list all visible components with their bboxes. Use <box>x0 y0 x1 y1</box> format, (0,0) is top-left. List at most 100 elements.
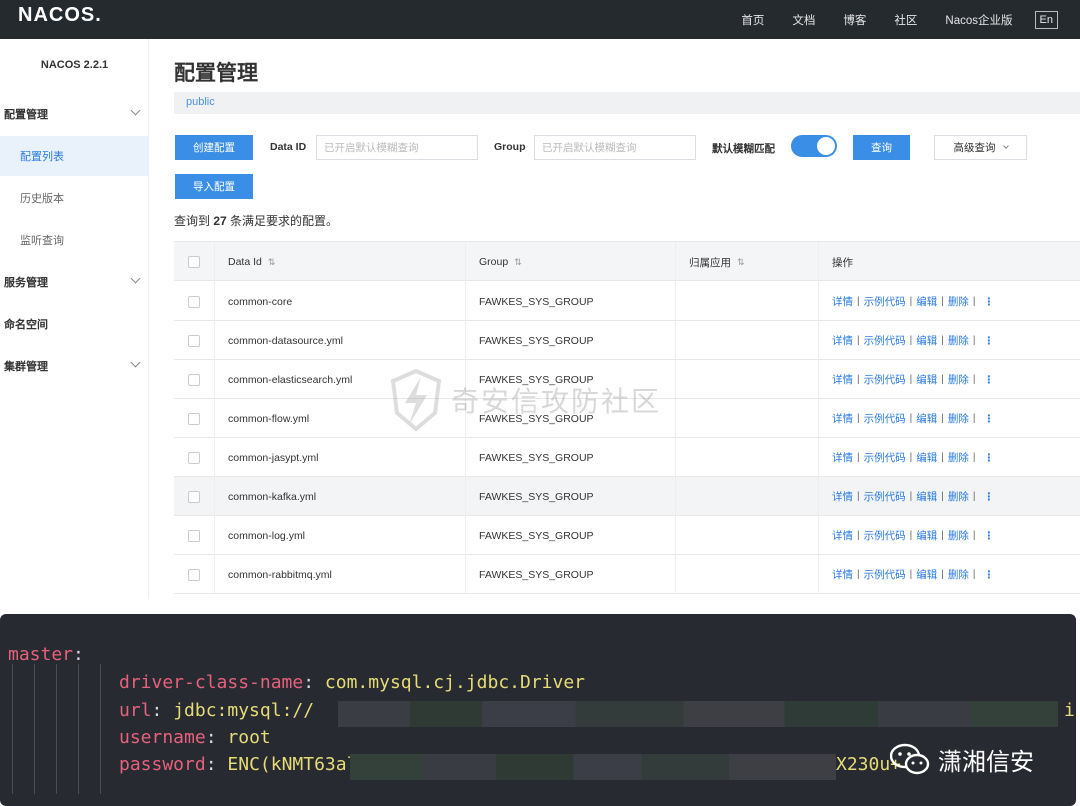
sidebar-item-label: 命名空间 <box>4 319 48 331</box>
nav-blog[interactable]: 博客 <box>843 12 866 28</box>
language-switch[interactable]: En <box>1034 10 1058 29</box>
detail-link[interactable]: 详情 <box>832 489 853 504</box>
namespace-tab-public[interactable]: public <box>186 96 215 108</box>
sidebar-item-namespace[interactable]: 命名空间 <box>0 304 149 344</box>
detail-link[interactable]: 详情 <box>832 528 853 543</box>
nav-community[interactable]: 社区 <box>894 12 917 28</box>
row-select-cell <box>174 399 215 438</box>
sample-code-link[interactable]: 示例代码 <box>864 489 906 504</box>
row-checkbox[interactable] <box>188 568 200 581</box>
row-select-cell <box>174 516 215 555</box>
table-row: common-kafka.yml FAWKES_SYS_GROUP 详情 | 示例代码 |… <box>174 477 1080 516</box>
advanced-query-button[interactable]: 高级查询 <box>934 135 1027 160</box>
sidebar-group-service[interactable]: 服务管理 <box>0 262 149 302</box>
code-line-master: master: <box>8 644 84 665</box>
delete-link[interactable]: 删除 <box>948 294 969 309</box>
edit-link[interactable]: 编辑 <box>916 372 937 387</box>
sidebar-item-listen-query[interactable]: 监听查询 <box>0 220 149 260</box>
detail-link[interactable]: 详情 <box>832 333 853 348</box>
sort-icon[interactable]: ⇅ <box>268 257 276 268</box>
detail-link[interactable]: 详情 <box>832 411 853 426</box>
edit-link[interactable]: 编辑 <box>916 333 937 348</box>
group-input[interactable]: 已开启默认模糊查询 <box>534 135 696 160</box>
delete-link[interactable]: 删除 <box>948 489 969 504</box>
header-dataid[interactable]: Data Id ⇅ <box>215 242 466 282</box>
indent-guide <box>56 664 57 794</box>
sample-code-link[interactable]: 示例代码 <box>864 450 906 465</box>
sample-code-link[interactable]: 示例代码 <box>864 567 906 582</box>
more-icon[interactable]: ⋮ <box>983 452 994 464</box>
more-icon[interactable]: ⋮ <box>983 335 994 347</box>
separator: | <box>941 530 944 541</box>
watermark-text: 奇安信攻防社区 <box>451 386 662 417</box>
table-row: common-jasypt.yml FAWKES_SYS_GROUP 详情 | 示例代码… <box>174 438 1080 477</box>
sample-code-link[interactable]: 示例代码 <box>864 372 906 387</box>
sort-icon[interactable]: ⇅ <box>737 257 745 268</box>
more-icon[interactable]: ⋮ <box>983 296 994 308</box>
sort-icon[interactable]: ⇅ <box>514 257 522 268</box>
app-cell <box>676 321 819 360</box>
group-cell: FAWKES_SYS_GROUP <box>466 555 676 594</box>
row-checkbox[interactable] <box>188 451 200 464</box>
edit-link[interactable]: 编辑 <box>916 489 937 504</box>
sidebar-group-config[interactable]: 配置管理 <box>0 94 149 134</box>
fuzzy-match-toggle[interactable] <box>791 135 837 157</box>
delete-link[interactable]: 删除 <box>948 411 969 426</box>
row-checkbox[interactable] <box>188 529 200 542</box>
detail-link[interactable]: 详情 <box>832 372 853 387</box>
row-checkbox[interactable] <box>188 373 200 386</box>
sidebar-item-config-list[interactable]: 配置列表 <box>0 136 149 176</box>
delete-link[interactable]: 删除 <box>948 333 969 348</box>
table-header: Data Id ⇅ Group ⇅ 归属应用 ⇅ 操作 <box>174 241 1080 282</box>
group-cell: FAWKES_SYS_GROUP <box>466 477 676 516</box>
sidebar-item-history[interactable]: 历史版本 <box>0 178 149 218</box>
detail-link[interactable]: 详情 <box>832 450 853 465</box>
detail-link[interactable]: 详情 <box>832 294 853 309</box>
more-icon[interactable]: ⋮ <box>983 374 994 386</box>
group-cell: FAWKES_SYS_GROUP <box>466 438 676 477</box>
nav-enterprise[interactable]: Nacos企业版 <box>945 12 1012 28</box>
create-config-button[interactable]: 创建配置 <box>175 135 253 160</box>
row-checkbox[interactable] <box>188 412 200 425</box>
detail-link[interactable]: 详情 <box>832 567 853 582</box>
header-group[interactable]: Group ⇅ <box>466 242 676 282</box>
delete-link[interactable]: 删除 <box>948 567 969 582</box>
nav-home[interactable]: 首页 <box>741 12 764 28</box>
more-icon[interactable]: ⋮ <box>983 530 994 542</box>
more-icon[interactable]: ⋮ <box>983 413 994 425</box>
chevron-down-icon <box>130 105 141 116</box>
nacos-logo[interactable]: NACOS. <box>18 4 102 27</box>
edit-link[interactable]: 编辑 <box>916 567 937 582</box>
code-line-driver: driver-class-name: com.mysql.cj.jdbc.Dri… <box>119 672 586 693</box>
dataid-cell: common-jasypt.yml <box>215 438 466 477</box>
result-prefix: 查询到 <box>174 214 214 228</box>
yaml-value: com.mysql.cj.jdbc.Driver <box>324 672 586 693</box>
dataid-value: common-kafka.yml <box>228 490 317 503</box>
header-app[interactable]: 归属应用 ⇅ <box>676 242 819 282</box>
sample-code-link[interactable]: 示例代码 <box>864 294 906 309</box>
group-value: FAWKES_SYS_GROUP <box>479 490 594 503</box>
edit-link[interactable]: 编辑 <box>916 411 937 426</box>
delete-link[interactable]: 删除 <box>948 528 969 543</box>
row-checkbox[interactable] <box>188 334 200 347</box>
edit-link[interactable]: 编辑 <box>916 528 937 543</box>
more-icon[interactable]: ⋮ <box>983 569 994 581</box>
dataid-input[interactable]: 已开启默认模糊查询 <box>316 135 478 160</box>
row-select-cell <box>174 438 215 477</box>
nav-docs[interactable]: 文档 <box>792 12 815 28</box>
import-config-button[interactable]: 导入配置 <box>175 174 253 199</box>
edit-link[interactable]: 编辑 <box>916 294 937 309</box>
delete-link[interactable]: 删除 <box>948 450 969 465</box>
select-all-checkbox[interactable] <box>188 256 200 268</box>
row-checkbox[interactable] <box>188 295 200 308</box>
query-button[interactable]: 查询 <box>853 135 910 160</box>
actions-cell: 详情 | 示例代码 | 编辑 | 删除 | ⋮ <box>819 438 1080 477</box>
sample-code-link[interactable]: 示例代码 <box>864 333 906 348</box>
more-icon[interactable]: ⋮ <box>983 491 994 503</box>
sample-code-link[interactable]: 示例代码 <box>864 528 906 543</box>
sample-code-link[interactable]: 示例代码 <box>864 411 906 426</box>
sidebar-group-cluster[interactable]: 集群管理 <box>0 346 149 386</box>
delete-link[interactable]: 删除 <box>948 372 969 387</box>
row-checkbox[interactable] <box>188 490 200 503</box>
edit-link[interactable]: 编辑 <box>916 450 937 465</box>
